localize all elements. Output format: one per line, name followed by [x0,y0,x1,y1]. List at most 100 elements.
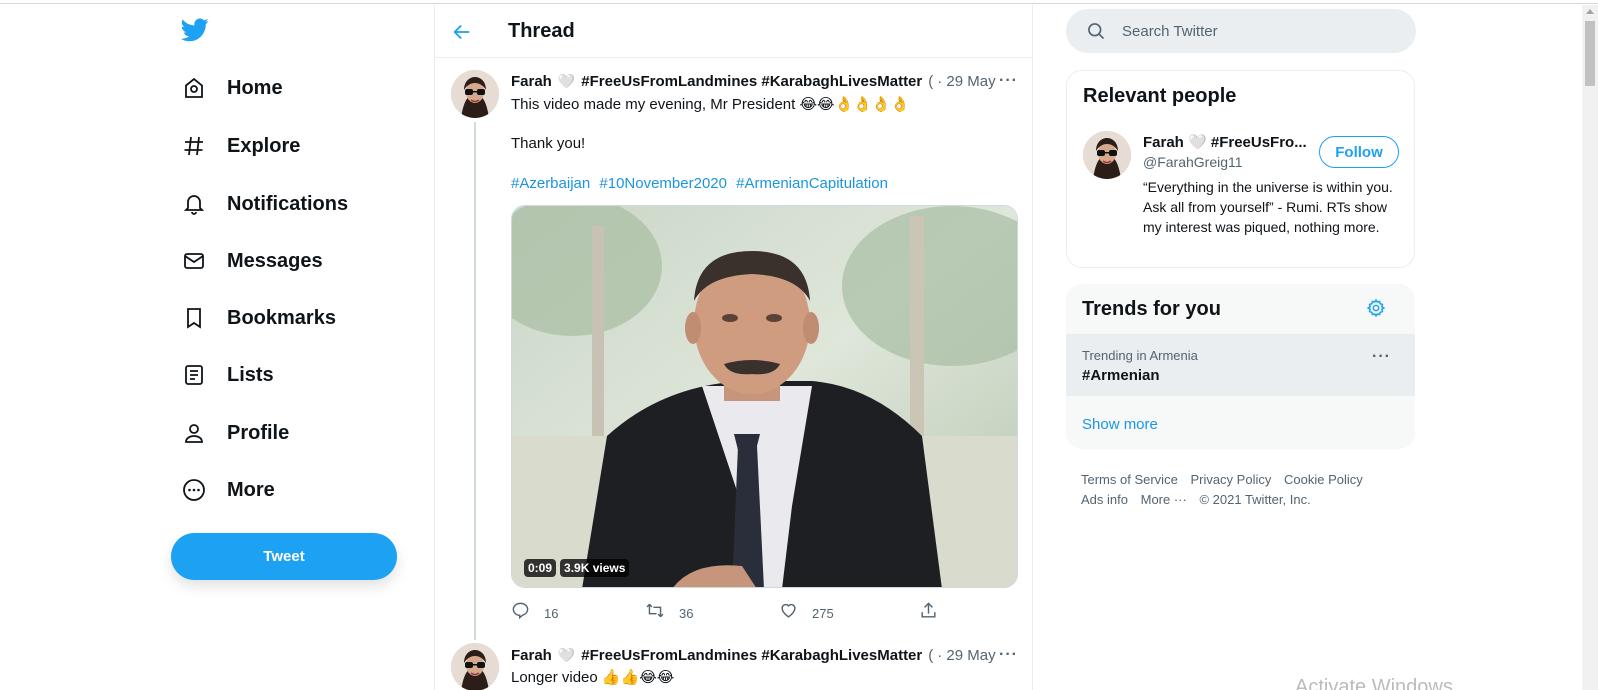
tweet-text-line-2: Thank you! [511,135,586,152]
nav-explore[interactable]: Explore [181,126,300,166]
video-badges: 0:09 3.9K views [524,559,630,577]
nav-home[interactable]: Home [181,68,283,108]
video-duration: 0:09 [524,559,557,577]
tweet-text-line-1: Longer video 👍👍😂😂 [511,669,675,686]
tweet-author-tags[interactable]: #FreeUsFromLandmines #KarabaghLivesMatte… [581,647,922,664]
tweet-author-name[interactable]: Farah [511,73,552,90]
hashtag-link[interactable]: #Azerbaijan [511,175,590,192]
hashtag-link[interactable]: #10November2020 [599,175,727,192]
search-box[interactable] [1066,9,1416,53]
nav-home-label: Home [227,76,283,99]
tweet-video[interactable]: 0:09 3.9K views [511,205,1018,588]
retweet-count: 36 [679,605,694,621]
nav-explore-label: Explore [227,134,301,157]
avatar[interactable] [1083,131,1131,179]
share-icon [919,601,938,625]
tweet-text-line-1: This video made my evening, Mr President… [511,96,910,113]
heart-emoji: 🤍 [557,647,576,663]
envelope-icon [181,248,207,274]
nav-more[interactable]: More [181,470,275,510]
relevant-person-bio: “Everything in the universe is within yo… [1143,179,1393,235]
nav-bookmarks-label: Bookmarks [227,306,336,329]
show-more-link[interactable]: Show more [1082,416,1158,433]
scrollbar[interactable] [1582,5,1598,690]
tweet-author-tags[interactable]: #FreeUsFromLandmines #KarabaghLivesMatte… [581,73,922,90]
reply-icon [511,601,530,625]
footer-link[interactable]: Privacy Policy [1190,472,1271,487]
video-frame-image [512,206,1017,587]
tweet-truncation: ( [928,73,934,90]
footer-links: Terms of Service Privacy Policy Cookie P… [1081,470,1411,510]
footer-link[interactable]: Terms of Service [1081,472,1178,487]
tweet-date[interactable]: · 29 May [937,647,995,664]
home-icon [181,75,207,101]
avatar[interactable] [451,643,499,690]
trend-name: #Armenian [1082,367,1160,384]
trends-title: Trends for you [1082,298,1221,320]
heart-emoji: 🤍 [557,73,576,89]
video-views: 3.9K views [560,559,630,577]
nav-lists-label: Lists [227,363,274,386]
trend-item[interactable]: Trending in Armenia #Armenian ··· [1066,334,1415,396]
twitter-logo-icon[interactable] [180,18,209,42]
tweet-date[interactable]: · 29 May [937,73,995,90]
copyright: © 2021 Twitter, Inc. [1199,492,1311,507]
reply-button[interactable]: 16 [511,601,558,625]
tweet-header: Farah 🤍 #FreeUsFromLandmines #KarabaghLi… [511,647,996,664]
bookmark-icon [181,305,207,331]
relevant-people-title: Relevant people [1083,85,1237,107]
more-circle-icon [181,477,207,503]
nav-profile[interactable]: Profile [181,413,289,453]
tweet-header: Farah 🤍 #FreeUsFromLandmines #KarabaghLi… [511,73,996,90]
nav-messages-label: Messages [227,249,323,272]
trend-more-icon[interactable]: ··· [1372,348,1391,366]
nav-bookmarks[interactable]: Bookmarks [181,298,336,338]
tweet-author-name[interactable]: Farah [511,647,552,664]
thread-connector-line [474,122,476,640]
footer-link[interactable]: Ads info [1081,492,1128,507]
top-divider [0,3,1598,4]
page-title: Thread [508,20,575,42]
hashtag-icon [181,133,207,159]
footer-link[interactable]: Cookie Policy [1284,472,1363,487]
bell-icon [181,191,207,217]
back-arrow-icon[interactable] [451,21,473,43]
tweet-more-icon[interactable]: ··· [999,72,1018,90]
trend-context: Trending in Armenia [1082,348,1198,363]
relevant-person-handle[interactable]: @FarahGreig11 [1143,154,1243,170]
nav-profile-label: Profile [227,421,290,444]
retweet-icon [645,601,665,625]
tweet-button[interactable]: Tweet [171,533,397,580]
tweet-truncation: ( [928,647,934,664]
tweet-actions: 16 36 275 [511,601,941,623]
person-icon [181,420,207,446]
search-input[interactable] [1122,22,1392,40]
footer-link[interactable]: More ··· [1141,492,1187,507]
tweet-hashtags: #Azerbaijan #10November2020 #ArmenianCap… [511,175,893,192]
reply-count: 16 [544,605,559,621]
nav-notifications[interactable]: Notifications [181,184,348,224]
like-button[interactable]: 275 [779,601,834,625]
list-icon [181,362,207,388]
activate-windows-watermark: Activate Windows [1295,676,1453,690]
retweet-button[interactable]: 36 [645,601,693,625]
relevant-people-card: Relevant people Farah 🤍 #FreeUsFro... @F… [1066,70,1415,268]
nav-messages[interactable]: Messages [181,241,323,281]
tweet-more-icon[interactable]: ··· [999,646,1018,664]
hashtag-link[interactable]: #ArmenianCapitulation [736,175,888,192]
scroll-up-arrow-icon[interactable] [1586,9,1594,14]
share-button[interactable] [919,601,938,625]
scroll-thumb[interactable] [1585,21,1595,86]
gear-icon[interactable] [1366,298,1386,318]
avatar[interactable] [451,70,499,118]
nav-notifications-label: Notifications [227,192,349,215]
thread-header: Thread [435,5,1032,58]
trends-card: Trends for you Trending in Armenia #Arme… [1066,284,1415,449]
like-count: 275 [812,605,834,621]
nav-lists[interactable]: Lists [181,355,274,395]
follow-button[interactable]: Follow [1319,136,1399,168]
search-icon [1086,21,1106,41]
heart-icon [779,601,798,625]
nav-more-label: More [227,478,275,501]
relevant-person-name[interactable]: Farah 🤍 #FreeUsFro... [1143,133,1307,151]
